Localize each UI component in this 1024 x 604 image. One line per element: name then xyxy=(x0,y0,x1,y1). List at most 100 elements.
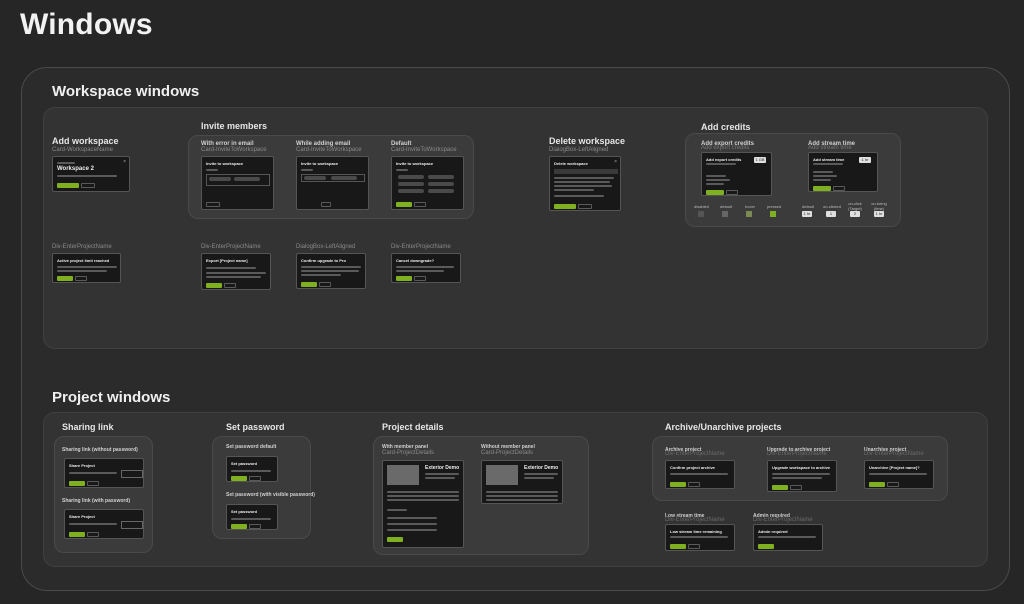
primary-button[interactable] xyxy=(772,485,788,490)
archive-component-2: Div-EnterProjectName xyxy=(767,451,827,457)
secondary-button[interactable] xyxy=(833,186,845,191)
frame-title: Delete workspace xyxy=(554,161,588,166)
secondary-button[interactable] xyxy=(578,204,592,209)
row2-component-4: Div-EnterProjectName xyxy=(391,244,451,250)
secondary-button[interactable] xyxy=(87,532,99,537)
archive-component-4: Div-EnterProjectName xyxy=(665,517,725,523)
frame-title: Add stream time xyxy=(813,157,845,162)
quantity-input[interactable]: 1 hr xyxy=(859,157,871,163)
secondary-button[interactable] xyxy=(319,282,331,287)
primary-button[interactable] xyxy=(670,544,686,549)
stepper-target[interactable]: 2 xyxy=(850,211,860,217)
invite-frame-error[interactable]: Invite to workspace xyxy=(201,156,274,210)
primary-button[interactable] xyxy=(758,544,774,549)
set-password-caption-1: Set password default xyxy=(226,444,277,450)
state-label: default xyxy=(720,204,733,209)
secondary-button[interactable] xyxy=(321,202,331,207)
archive-project-frame[interactable]: Confirm project archive xyxy=(665,460,735,489)
primary-button[interactable] xyxy=(813,186,831,191)
copy-link-button[interactable] xyxy=(121,470,143,478)
primary-button[interactable] xyxy=(706,190,724,195)
primary-button[interactable] xyxy=(231,476,247,481)
close-icon[interactable]: × xyxy=(123,159,126,165)
close-icon[interactable]: × xyxy=(614,159,617,165)
secondary-button[interactable] xyxy=(790,485,802,490)
frame-title: Low stream time remaining xyxy=(670,529,722,534)
stepper-pressed[interactable] xyxy=(770,211,776,217)
secondary-button[interactable] xyxy=(81,183,95,188)
delete-workspace-frame[interactable]: Delete workspace × xyxy=(549,156,621,211)
frame-title: Unarchive [Project name]? xyxy=(869,465,920,470)
details-component-2: Card-ProjectDetails xyxy=(481,450,534,456)
primary-button[interactable] xyxy=(670,482,686,487)
sharing-link-title: Sharing link xyxy=(62,422,114,432)
frame-title: Invite to workspace xyxy=(301,161,339,166)
primary-button[interactable] xyxy=(396,276,412,281)
primary-button[interactable] xyxy=(69,532,85,537)
export-credits-component: Add export credits xyxy=(701,145,750,151)
secondary-button[interactable] xyxy=(414,276,426,281)
set-password-title: Set password xyxy=(226,422,285,432)
add-workspace-frame[interactable]: × Workspace 2 xyxy=(52,156,130,192)
frame-title: Exterior Demo xyxy=(425,465,460,471)
export-project-frame[interactable]: Export [Project name] xyxy=(201,253,271,290)
add-workspace-title: Add workspace xyxy=(52,136,119,146)
project-details-member-frame[interactable]: Exterior Demo xyxy=(382,460,464,548)
secondary-button[interactable] xyxy=(224,283,236,288)
secondary-button[interactable] xyxy=(87,481,99,486)
stepper-time[interactable]: 1 hr xyxy=(874,211,884,217)
share-project-password-frame[interactable]: Share Project xyxy=(64,509,144,539)
low-stream-frame[interactable]: Low stream time remaining xyxy=(665,524,735,551)
secondary-button[interactable] xyxy=(688,544,700,549)
state-label: on-click (Target) xyxy=(848,201,862,211)
secondary-button[interactable] xyxy=(414,202,426,207)
primary-button[interactable] xyxy=(387,537,403,542)
stepper-hover[interactable] xyxy=(746,211,752,217)
primary-button[interactable] xyxy=(301,282,317,287)
invite-frame-default[interactable]: Invite to workspace xyxy=(391,156,464,210)
frame-title: Share Project xyxy=(69,463,95,468)
primary-button[interactable] xyxy=(206,283,222,288)
share-project-frame[interactable]: Share Project xyxy=(64,458,144,488)
invite-component-1: Card-InviteToWorkspace xyxy=(201,147,267,153)
admin-required-frame[interactable]: Admin required xyxy=(753,524,823,551)
stepper-default[interactable] xyxy=(722,211,728,217)
secondary-button[interactable] xyxy=(206,202,220,207)
secondary-button[interactable] xyxy=(887,482,899,487)
invite-frame-adding[interactable]: Invite to workspace xyxy=(296,156,369,210)
secondary-button[interactable] xyxy=(726,190,738,195)
secondary-button[interactable] xyxy=(688,482,700,487)
project-details-title: Project details xyxy=(382,422,444,432)
secondary-button[interactable] xyxy=(249,524,261,529)
primary-button[interactable] xyxy=(57,183,79,188)
state-label: hover xyxy=(745,204,756,209)
primary-button[interactable] xyxy=(396,202,412,207)
cancel-downgrade-frame[interactable]: Cancel downgrade? xyxy=(391,253,461,283)
secondary-button[interactable] xyxy=(249,476,261,481)
stepper-clicked[interactable]: 1 xyxy=(826,211,836,217)
project-details-frame[interactable]: Exterior Demo xyxy=(481,460,563,504)
upgrade-pro-frame[interactable]: Confirm upgrade to Pro xyxy=(296,253,366,289)
unarchive-frame[interactable]: Unarchive [Project name]? xyxy=(864,460,934,489)
frame-title: Confirm project archive xyxy=(670,465,715,470)
sharing-caption-2: Sharing link (with password) xyxy=(62,498,131,504)
stepper-default[interactable]: 1 hr xyxy=(802,211,812,217)
delete-workspace-title: Delete workspace xyxy=(549,136,626,146)
upgrade-archive-frame[interactable]: Upgrade workspace to archive xyxy=(767,460,837,492)
primary-button[interactable] xyxy=(231,524,247,529)
primary-button[interactable] xyxy=(554,204,576,209)
export-credits-frame[interactable]: Add export credits 1 GB xyxy=(701,152,772,196)
primary-button[interactable] xyxy=(57,276,73,281)
copy-link-button[interactable] xyxy=(121,521,143,529)
primary-button[interactable] xyxy=(69,481,85,486)
stream-time-frame[interactable]: Add stream time 1 hr xyxy=(808,152,878,192)
project-limit-frame[interactable]: Active project limit reached xyxy=(52,253,121,283)
archive-component-3: Div-EnterProjectName xyxy=(864,451,924,457)
set-password-frame[interactable]: Set password xyxy=(226,456,278,482)
archive-component-5: Div-EnterProjectName xyxy=(753,517,813,523)
frame-title: Set password xyxy=(231,461,258,466)
primary-button[interactable] xyxy=(869,482,885,487)
quantity-input[interactable]: 1 GB xyxy=(754,157,766,163)
secondary-button[interactable] xyxy=(75,276,87,281)
set-password-visible-frame[interactable]: Set password xyxy=(226,504,278,530)
